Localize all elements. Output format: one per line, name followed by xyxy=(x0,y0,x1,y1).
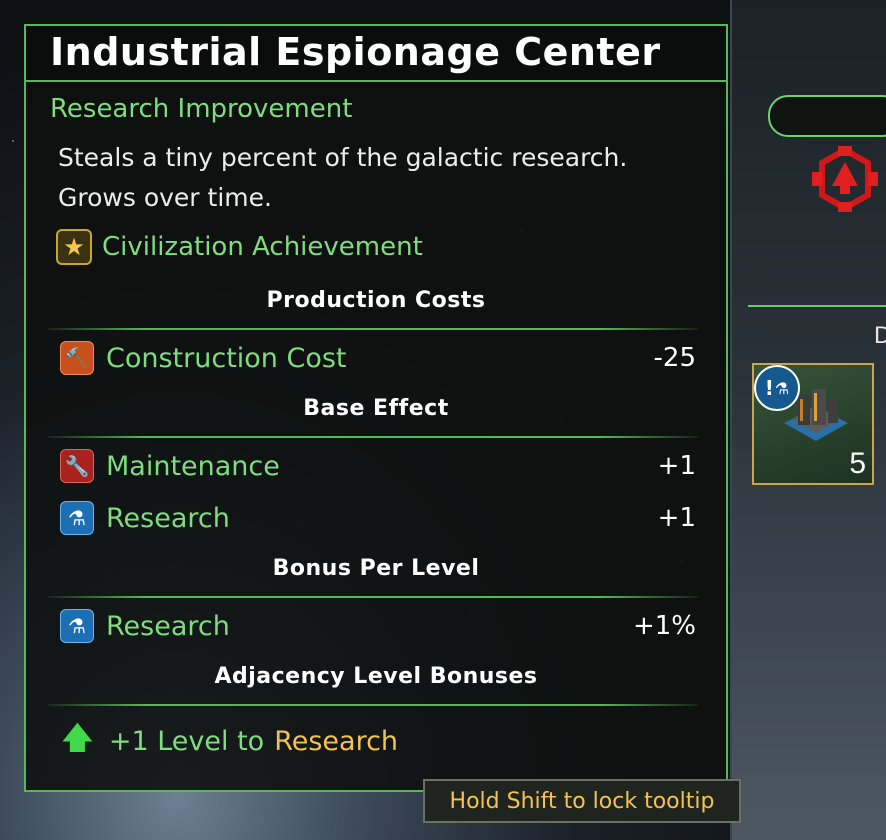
stat-row-research-bonus: ⚗ Research +1% xyxy=(60,606,696,646)
achievement-label: Civilization Achievement xyxy=(102,232,423,262)
section-divider xyxy=(48,704,698,706)
side-panel-header-letter: D xyxy=(874,322,886,349)
flask-icon: ⚗ xyxy=(60,609,94,643)
tooltip-title: Industrial Espionage Center xyxy=(50,30,661,74)
adjacency-bonus-row: 🡅 +1 Level to Research xyxy=(62,716,398,767)
section-divider xyxy=(48,596,698,598)
section-divider xyxy=(48,436,698,438)
stat-label: Construction Cost xyxy=(106,342,347,374)
section-title-adjacency: Adjacency Level Bonuses xyxy=(214,664,538,689)
star-icon: ★ xyxy=(56,229,92,265)
stat-value: -25 xyxy=(653,343,696,373)
stat-label: Maintenance xyxy=(106,450,280,482)
side-panel-divider xyxy=(748,305,886,307)
section-title-production-costs: Production Costs xyxy=(266,288,486,313)
tooltip-panel: Industrial Espionage Center Research Imp… xyxy=(24,24,728,792)
section-divider xyxy=(48,328,698,330)
stat-label: Research xyxy=(106,610,230,642)
hammer-icon: 🔨 xyxy=(60,341,94,375)
achievement-row: ★ Civilization Achievement xyxy=(56,229,423,265)
stat-value: +1% xyxy=(632,611,696,641)
flask-icon: ⚗ xyxy=(60,501,94,535)
adjacency-bonus-text: +1 Level to xyxy=(108,726,265,757)
stat-value: +1 xyxy=(657,503,696,533)
tooltip-subtitle: Research Improvement xyxy=(50,94,353,124)
research-alert-badge: ! ⚗ xyxy=(754,365,800,411)
stat-label: Research xyxy=(106,502,230,534)
tooltip-description: Steals a tiny percent of the galactic re… xyxy=(58,143,628,212)
adjacency-bonus-highlight: Research xyxy=(274,726,399,757)
section-title-base-effect: Base Effect xyxy=(303,396,449,421)
faction-emblem-icon xyxy=(812,146,878,212)
stat-value: +1 xyxy=(657,451,696,481)
stat-row-construction-cost: 🔨 Construction Cost -25 xyxy=(60,338,696,378)
tooltip-title-bar: Industrial Espionage Center xyxy=(26,26,726,82)
card-count: 5 xyxy=(849,447,866,480)
green-up-arrow-icon: 🡅 xyxy=(62,721,93,756)
lock-tooltip-hint: Hold Shift to lock tooltip xyxy=(423,779,741,823)
wrench-icon: 🔧 xyxy=(60,449,94,483)
stat-row-research: ⚗ Research +1 xyxy=(60,498,696,538)
improvement-card[interactable]: ! ⚗ 5 xyxy=(752,363,874,485)
stat-row-maintenance: 🔧 Maintenance +1 xyxy=(60,446,696,486)
section-title-bonus-per-level: Bonus Per Level xyxy=(272,556,480,581)
side-panel-pill-field[interactable] xyxy=(768,95,886,137)
